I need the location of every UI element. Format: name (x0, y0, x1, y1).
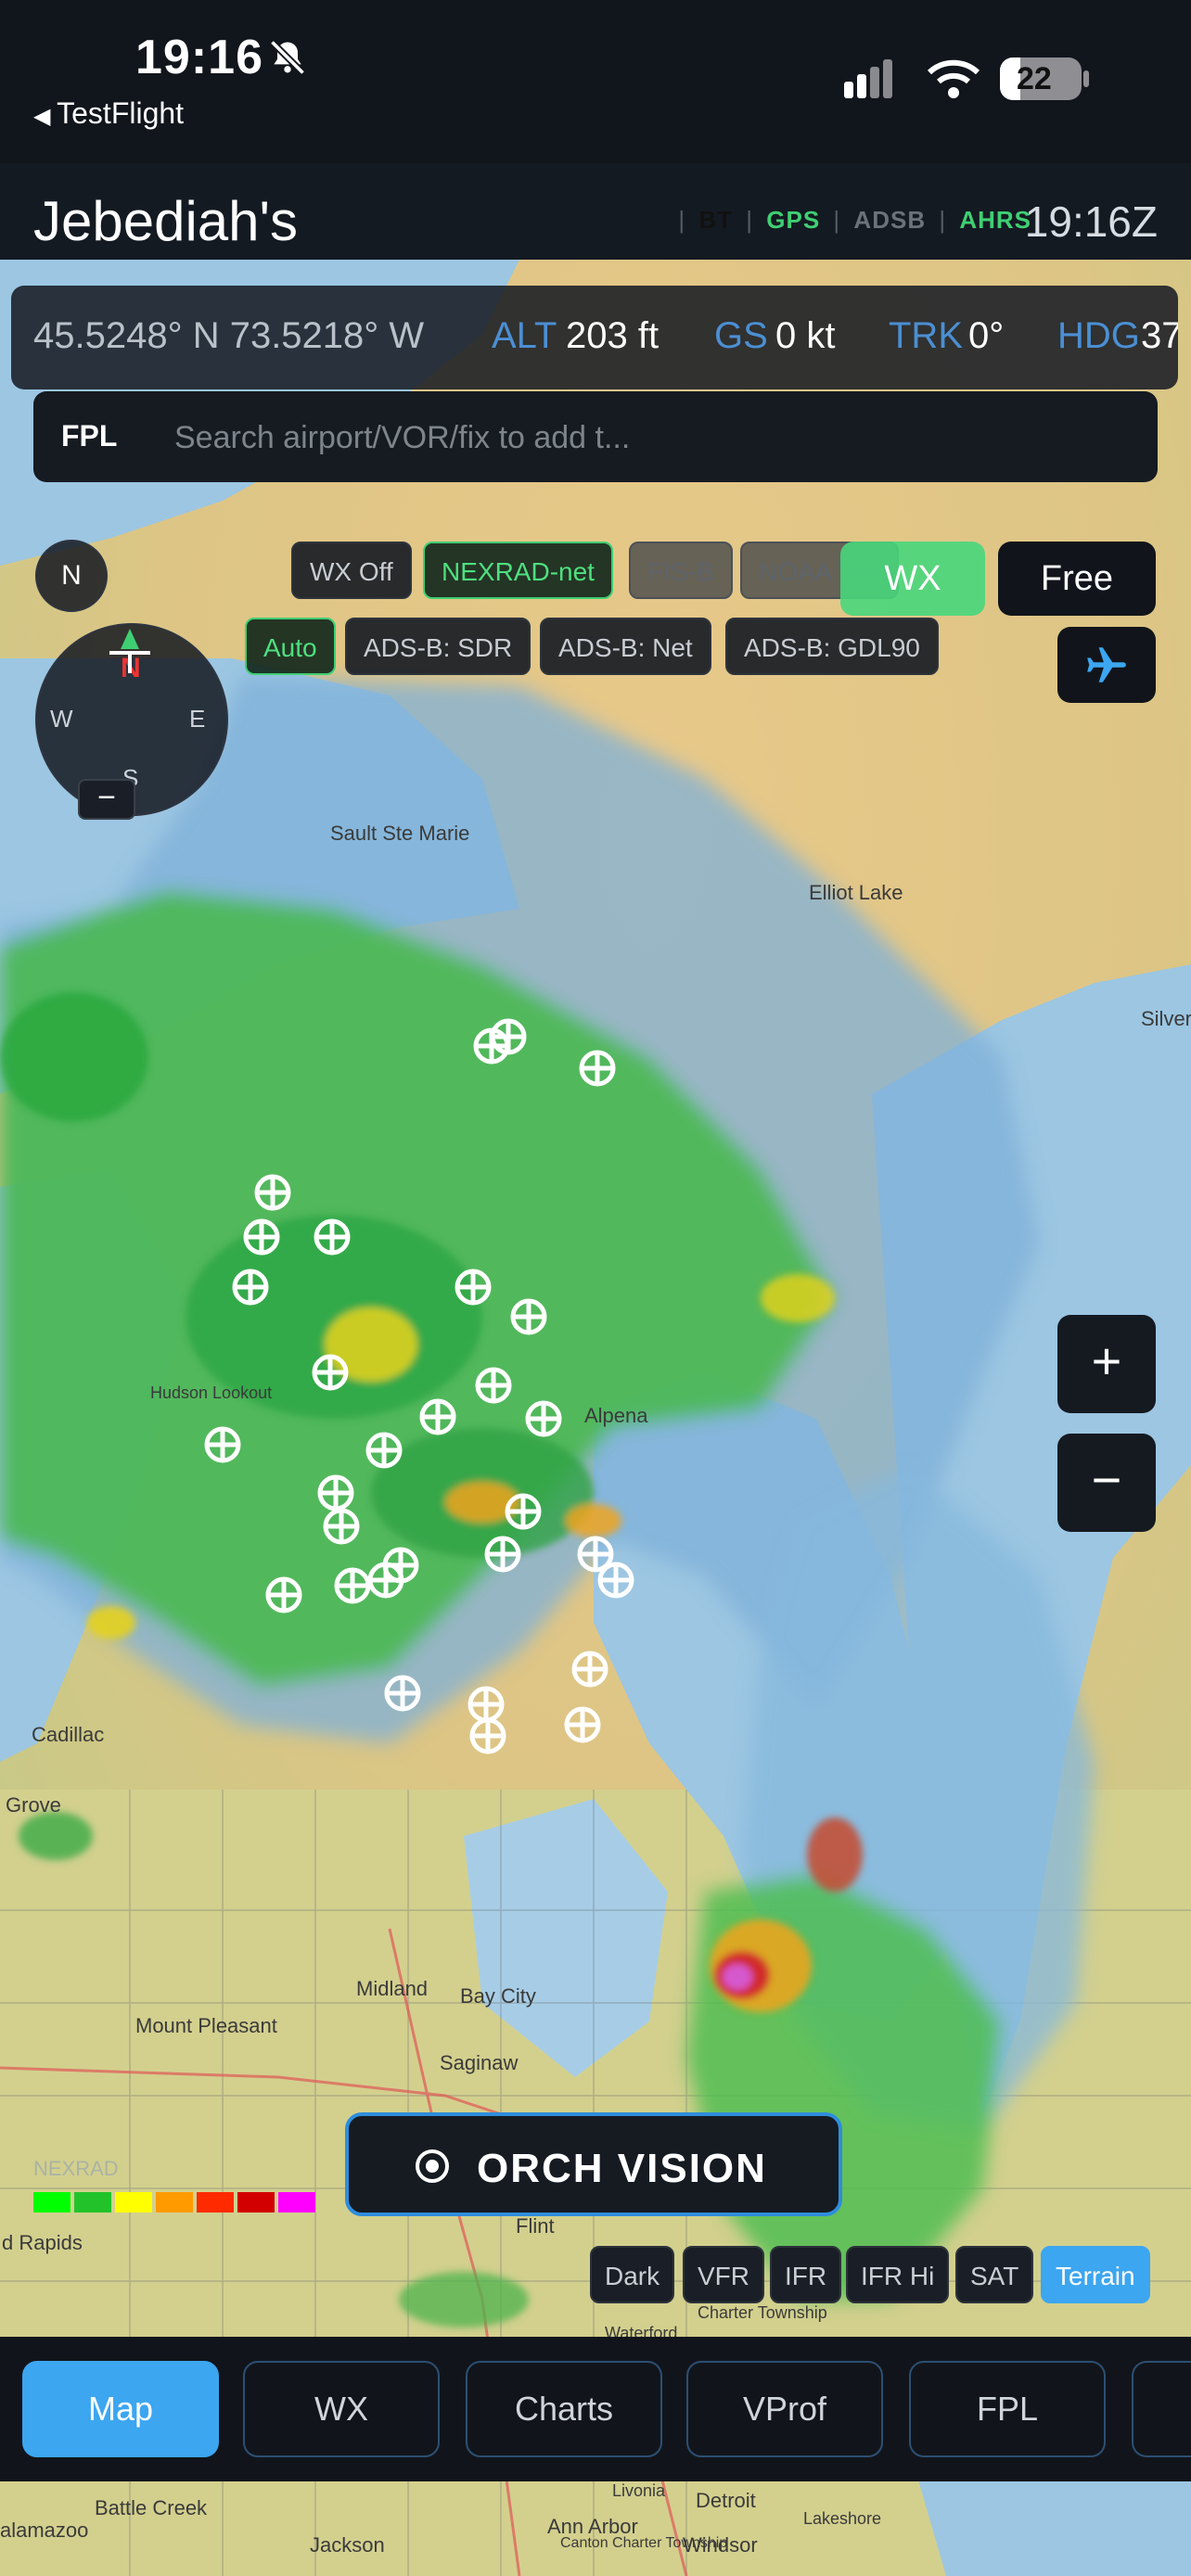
map-label: Charter Township (698, 2303, 827, 2322)
legend-swatch (74, 2192, 111, 2213)
connection-indicators: | BT | GPS | ADSB | AHRS (678, 206, 1031, 234)
layer-vfr-button[interactable]: VFR (683, 2246, 764, 2303)
hdg-value: 37 (1141, 315, 1178, 356)
map-label: d Rapids (2, 2231, 83, 2254)
map-label: Sault Ste Marie (330, 822, 470, 845)
nexrad-net-button[interactable]: NEXRAD-net (423, 542, 613, 599)
map-label: Saginaw (440, 2051, 519, 2074)
free-mode-button[interactable]: Free (998, 542, 1156, 616)
traffic-auto-button[interactable]: Auto (245, 618, 336, 675)
fpl-search-bar: FPL (33, 391, 1158, 482)
map-label: Grove (6, 1793, 61, 1817)
zoom-out-button[interactable]: − (1057, 1434, 1156, 1532)
map-label: Battle Creek (95, 2496, 208, 2519)
compass-minimize-button[interactable]: − (78, 779, 135, 820)
legend-label: NEXRAD (33, 2157, 119, 2180)
fpl-label: FPL (61, 419, 118, 453)
tab-fpl[interactable]: FPL (909, 2361, 1106, 2457)
wifi-icon (927, 59, 980, 103)
alt-value: 203 ft (566, 315, 660, 356)
map-label: Elliot Lake (809, 881, 903, 904)
zoom-in-button[interactable]: + (1057, 1315, 1156, 1413)
battery-icon: 22 (1000, 57, 1082, 100)
orch-vision-label: ORCH VISION (477, 2146, 767, 2191)
indicator-ahrs: AHRS (959, 206, 1031, 234)
adsb-net-button[interactable]: ADS-B: Net (540, 618, 711, 675)
legend-swatch (156, 2192, 193, 2213)
alt-label: ALT (492, 315, 557, 356)
map-label: Alpena (584, 1404, 648, 1427)
compass-west: W (50, 705, 73, 733)
north-up-button[interactable]: N (35, 540, 108, 612)
legend-swatch (237, 2192, 275, 2213)
compass-east: E (189, 705, 206, 733)
heading-aircraft-icon (102, 627, 158, 678)
back-to-app-link[interactable]: ◀ TestFlight (33, 96, 184, 131)
layer-dark-button[interactable]: Dark (590, 2246, 675, 2303)
map-label: Bay City (460, 1984, 536, 2008)
gs-label: GS (714, 315, 768, 356)
gs-value: 0 kt (775, 315, 836, 356)
airplane-icon (1087, 647, 1126, 682)
map-label: alamazoo (0, 2519, 89, 2542)
indicator-gps: GPS (766, 206, 821, 234)
position-coords: 45.5248° N 73.5218° W (33, 315, 425, 356)
orch-vision-button[interactable]: ORCH VISION (345, 2112, 842, 2216)
map-label: Cadillac (32, 1723, 105, 1746)
tab-more-partial[interactable] (1132, 2361, 1191, 2457)
trk-label: TRK (889, 315, 963, 356)
adsb-sdr-button[interactable]: ADS-B: SDR (345, 618, 531, 675)
map-label: Silver (1141, 1007, 1191, 1030)
follow-aircraft-button[interactable] (1057, 627, 1156, 703)
bell-muted-icon (267, 37, 308, 83)
fpl-search-input[interactable] (173, 412, 1132, 464)
map-label: Detroit (696, 2489, 756, 2512)
layer-sat-button[interactable]: SAT (955, 2246, 1034, 2303)
fis-b-button[interactable]: FIS-B (629, 542, 733, 599)
map-label: Mount Pleasant (135, 2014, 277, 2037)
adsb-gdl90-button[interactable]: ADS-B: GDL90 (725, 618, 939, 675)
map-label: Midland (356, 1977, 429, 2000)
hdg-label: HDG (1057, 315, 1140, 356)
wx-off-button[interactable]: WX Off (291, 542, 412, 599)
layer-ifr-button[interactable]: IFR (770, 2246, 842, 2303)
trk-value: 0° (968, 315, 1005, 356)
tab-map[interactable]: Map (22, 2361, 219, 2457)
map-label: Hudson Lookout (150, 1384, 273, 1402)
tab-wx[interactable]: WX (243, 2361, 440, 2457)
layer-terrain-button[interactable]: Terrain (1041, 2246, 1150, 2303)
indicator-bt: BT (698, 206, 734, 234)
target-icon (414, 2148, 451, 2189)
map-label: Lakeshore (803, 2509, 882, 2528)
ios-status-bar: 19:16 ◀ TestFlight 22 (0, 0, 1191, 163)
wx-toggle-button[interactable]: WX (840, 542, 985, 616)
status-time: 19:16 (135, 31, 263, 84)
signal-icon (844, 59, 905, 103)
radar-legend (33, 2192, 323, 2213)
legend-swatch (33, 2192, 70, 2213)
map-label: Jackson (310, 2533, 385, 2557)
map-label: Canton Charter Township (560, 2535, 728, 2551)
legend-swatch (278, 2192, 315, 2213)
map-label: Flint (516, 2214, 555, 2238)
layer-ifr-hi-button[interactable]: IFR Hi (846, 2246, 950, 2303)
map-label: Livonia (612, 2481, 666, 2500)
tab-charts[interactable]: Charts (466, 2361, 662, 2457)
legend-swatch (197, 2192, 234, 2213)
app-title: Jebediah's (33, 190, 298, 252)
battery-cap (1083, 70, 1089, 87)
zulu-time: 19:16Z (1024, 198, 1158, 246)
indicator-adsb: ADSB (853, 206, 927, 234)
compass-rose[interactable]: N W E S − (35, 623, 228, 820)
tab-vprof[interactable]: VProf (686, 2361, 883, 2457)
legend-swatch (115, 2192, 152, 2213)
telemetry-bar: 45.5248° N 73.5218° W ALT 203 ft GS 0 kt… (11, 286, 1178, 389)
